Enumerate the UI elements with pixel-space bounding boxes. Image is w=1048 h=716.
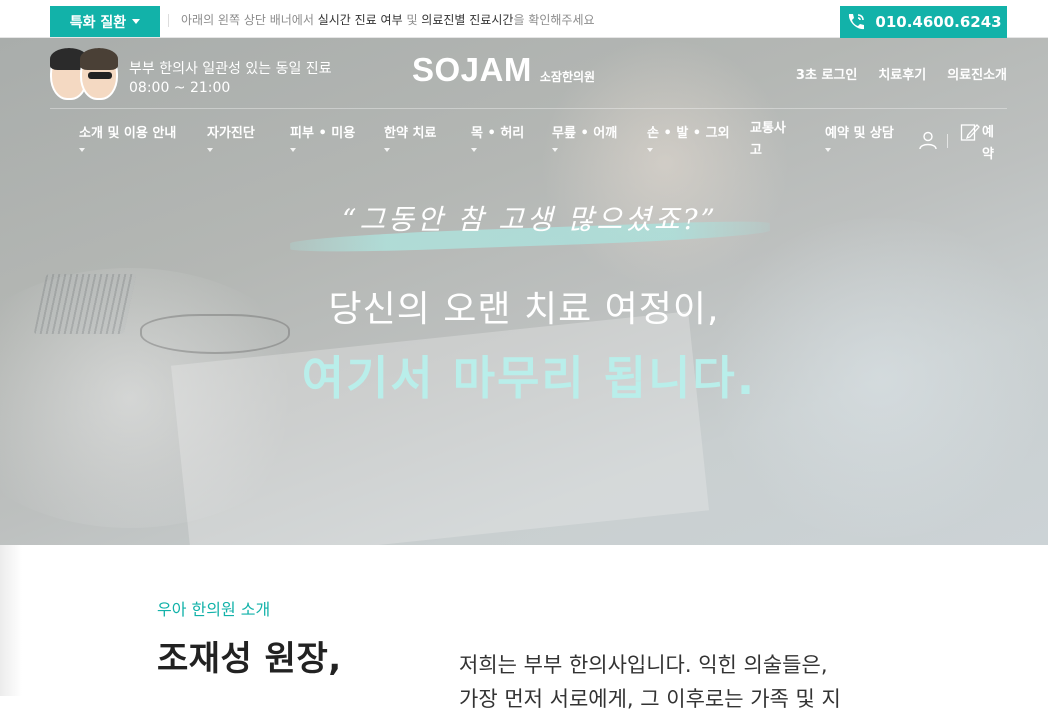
- notice-text: 아래의 왼쪽 상단 배너에서 실시간 진료 여부 및 의료진별 진료시간을 확인…: [168, 14, 595, 27]
- hero-banner: 부부 한의사 일관성 있는 동일 진료 08:00 ~ 21:00 SOJAM …: [0, 38, 1048, 545]
- specialty-dropdown-button[interactable]: 특화 질환: [50, 6, 160, 37]
- nav-item-traffic-accident[interactable]: 교통사고: [750, 118, 794, 162]
- nav-item-herbal-medicine[interactable]: 한약 치료: [384, 122, 436, 152]
- notice-emphasis-realtime: 실시간 진료 여부: [317, 13, 403, 27]
- chevron-down-icon: [552, 148, 558, 152]
- chevron-down-icon: [290, 148, 296, 152]
- site-logo[interactable]: SOJAM 소잠한의원: [412, 51, 596, 88]
- link-treatment-reviews[interactable]: 치료후기: [878, 64, 926, 83]
- nav-label: 손 • 발 • 그외: [647, 126, 730, 141]
- clinic-hours: 08:00 ~ 21:00: [129, 80, 231, 96]
- nav-label: 무릎 • 어깨: [552, 126, 618, 141]
- notice-emphasis-hours: 의료진별 진료시간: [421, 13, 514, 27]
- user-icon[interactable]: [918, 130, 938, 150]
- nav-item-neck-back[interactable]: 목 • 허리: [471, 122, 524, 152]
- link-medical-staff[interactable]: 의료진소개: [947, 64, 1007, 83]
- section-label: 우아 한의원 소개: [157, 600, 271, 619]
- utility-links: 3초 로그인 치료후기 의료진소개: [796, 64, 1007, 83]
- logo-mark: SOJAM: [412, 51, 532, 88]
- nav-label: 피부 • 미용: [290, 126, 356, 141]
- section-title: 조재성 원장,: [157, 639, 342, 679]
- caret-down-icon: [132, 19, 141, 24]
- top-bar: 특화 질환 아래의 왼쪽 상단 배너에서 실시간 진료 여부 및 의료진별 진료…: [0, 0, 1048, 38]
- chevron-down-icon: [647, 148, 653, 152]
- section-description: 저희는 부부 한의사입니다. 익힌 의술들은, 가장 먼저 서로에게, 그 이후…: [459, 648, 899, 716]
- description-line: 저희는 부부 한의사입니다. 익힌 의술들은,: [459, 653, 828, 677]
- phone-call-button[interactable]: 010.4600.6243: [840, 6, 1007, 38]
- chevron-down-icon: [471, 148, 477, 152]
- nav-item-self-diagnosis[interactable]: 자가진단: [207, 122, 255, 152]
- header-divider: [50, 108, 1007, 109]
- nav-label: 예약 및 상담: [825, 126, 894, 141]
- nav-label: 교통사고: [750, 121, 786, 158]
- intro-section: 우아 한의원 소개 조재성 원장, 저희는 부부 한의사입니다. 익힌 의술들은…: [0, 545, 1048, 711]
- notice-mid: 및: [402, 13, 422, 27]
- nav-item-skin-beauty[interactable]: 피부 • 미용: [290, 122, 355, 152]
- main-navigation: 소개 및 이용 안내 자가진단 피부 • 미용 한약 치료 목 • 허리 무릎 …: [50, 121, 1010, 162]
- link-quick-login[interactable]: 3초 로그인: [796, 64, 857, 83]
- hero-headline: 당신의 오랜 치료 여정이,: [328, 289, 720, 330]
- nav-item-reservation[interactable]: 예약 및 상담: [825, 122, 894, 152]
- logo-subtitle: 소잠한의원: [539, 70, 596, 84]
- chevron-down-icon: [825, 148, 831, 152]
- doctors-tagline: 부부 한의사 일관성 있는 동일 진료: [129, 61, 332, 77]
- hero-headline-accent: 여기서 마무리 됩니다.: [301, 351, 757, 405]
- nav-label: 소개 및 이용 안내: [79, 126, 177, 141]
- nav-label: 목 • 허리: [471, 126, 525, 141]
- chevron-down-icon: [384, 148, 390, 152]
- nav-item-knee-shoulder[interactable]: 무릎 • 어깨: [552, 122, 617, 152]
- phone-number: 010.4600.6243: [875, 13, 1002, 31]
- description-line: 가장 먼저 서로에게, 그 이후로는 가족 및 지: [459, 687, 841, 711]
- side-shadow: [0, 545, 22, 696]
- reserve-link[interactable]: 예약: [960, 122, 998, 166]
- edit-icon: [960, 124, 980, 141]
- nav-item-hand-foot-other[interactable]: 손 • 발 • 그외: [647, 122, 730, 152]
- nav-separator: [947, 134, 948, 148]
- specialty-label: 특화 질환: [69, 14, 127, 31]
- chevron-down-icon: [207, 148, 213, 152]
- reserve-label: 예약: [982, 125, 994, 162]
- doctor-avatars[interactable]: [50, 48, 118, 104]
- nav-label: 한약 치료: [384, 126, 437, 141]
- chevron-down-icon: [79, 148, 85, 152]
- notice-post: 을 확인해주세요: [513, 13, 595, 27]
- hero-quote: “그동안 참 고생 많으셨죠?”: [289, 198, 771, 256]
- avatar: [80, 48, 118, 100]
- brand-header: 부부 한의사 일관성 있는 동일 진료 08:00 ~ 21:00 SOJAM …: [0, 38, 1048, 108]
- nav-item-about[interactable]: 소개 및 이용 안내: [79, 122, 176, 152]
- hero-quote-text: “그동안 참 고생 많으셨죠?”: [342, 203, 718, 236]
- notice-pre: 아래의 왼쪽 상단 배너에서: [181, 13, 318, 27]
- phone-icon: [849, 14, 865, 30]
- nav-label: 자가진단: [207, 126, 255, 141]
